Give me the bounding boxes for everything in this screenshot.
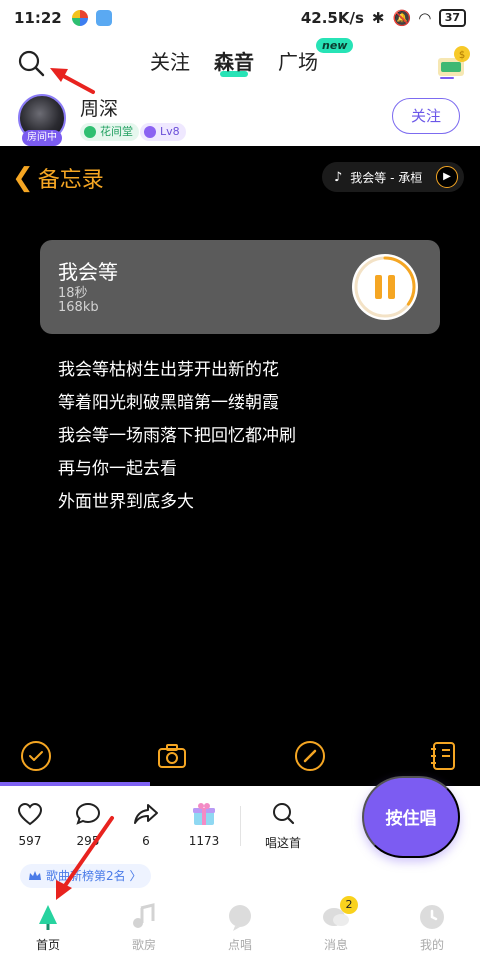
comment-icon (75, 802, 101, 825)
check-icon[interactable] (20, 740, 52, 772)
nav-request[interactable]: 点唱 (192, 896, 288, 953)
notebook-icon[interactable] (428, 740, 460, 772)
mute-icon: 🔕 (392, 9, 412, 27)
message-count-badge: 2 (340, 896, 358, 914)
share-count: 6 (142, 834, 150, 848)
group-tag[interactable]: 花间堂 (80, 123, 139, 141)
share-stat[interactable]: 6 (126, 800, 166, 848)
nav-messages-label: 消息 (323, 938, 348, 952)
share-icon (134, 804, 158, 824)
status-indicators: 42.5K/s ✱ 🔕 ◠ 37 (301, 9, 466, 27)
memo-content: ❮ 备忘录 ♪ 我会等 - 承桓 ▶ 我会等 18秒 168kb 我会等枯树生出… (0, 146, 480, 786)
memo-header[interactable]: ❮ 备忘录 (12, 162, 104, 194)
network-speed: 42.5K/s (300, 9, 364, 27)
lyric-line: 再与你一起去看 (58, 459, 177, 479)
tab-plaza[interactable]: 广场 (278, 46, 318, 75)
battery-indicator: 37 (438, 9, 466, 27)
audio-title: 我会等 (58, 260, 118, 284)
memo-toolbar (0, 734, 480, 778)
rank-text: 歌曲新榜第2名 〉 (46, 869, 142, 883)
edit-icon[interactable] (294, 740, 326, 772)
rank-chip[interactable]: 歌曲新榜第2名 〉 (20, 864, 152, 888)
nav-home[interactable]: 首页 (0, 896, 96, 953)
user-row: 房间中 周深 花间堂 Lv8 关注 (0, 92, 480, 146)
lyrics: 我会等枯树生出芽开出新的花 等着阳光刺破黑暗第一缕朝霞 我会等一场雨落下把回忆都… (58, 354, 296, 519)
comment-stat[interactable]: 295 (68, 800, 108, 848)
sing-this-stat[interactable]: 唱这首 (258, 800, 308, 851)
tree-icon (39, 905, 57, 930)
nav-messages[interactable]: 2 消息 (288, 896, 384, 953)
tab-follow[interactable]: 关注 (150, 46, 190, 75)
like-stat[interactable]: 597 (10, 800, 50, 848)
bubble-icon (229, 905, 251, 931)
wifi-icon: ◠ (419, 9, 431, 27)
username[interactable]: 周深 (80, 94, 118, 121)
search-icon[interactable] (16, 48, 46, 78)
heart-icon (17, 802, 43, 826)
pause-icon[interactable] (350, 252, 420, 322)
divider (240, 806, 241, 846)
music-note-icon (133, 903, 155, 928)
nav-profile[interactable]: 我的 (384, 896, 480, 953)
now-playing-text: 我会等 - 承桓 (350, 170, 423, 185)
hold-to-sing-button[interactable]: 按住唱 (362, 776, 460, 858)
crown-icon (29, 871, 41, 880)
lyric-line: 等着阳光刺破黑暗第一缕朝霞 (58, 393, 279, 413)
audio-size: 168kb (58, 300, 99, 315)
top-nav: 关注 森音 广场 new $ (0, 36, 480, 88)
bluetooth-icon: ✱ (371, 9, 385, 27)
follow-button[interactable]: 关注 (392, 98, 460, 134)
nav-song-room[interactable]: 歌房 (96, 896, 192, 953)
status-time: 11:22 (14, 9, 62, 27)
comment-count: 295 (76, 834, 100, 848)
game-notification-icon (95, 10, 112, 26)
audio-card[interactable]: 我会等 18秒 168kb (40, 240, 440, 334)
camera-icon[interactable] (156, 740, 188, 772)
lyric-line: 我会等枯树生出芽开出新的花 (58, 360, 279, 380)
play-icon[interactable]: ▶ (436, 166, 458, 188)
music-note-icon: ♪ (334, 169, 343, 185)
memo-title: 备忘录 (37, 168, 104, 193)
level-tag: Lv8 (140, 123, 186, 141)
tab-senyin[interactable]: 森音 (214, 46, 254, 77)
profile-icon (420, 905, 444, 929)
gift-stat[interactable]: 1173 (184, 800, 224, 848)
nav-home-label: 首页 (35, 938, 60, 952)
sing-this-label: 唱这首 (264, 836, 301, 850)
search-sing-icon (273, 803, 295, 825)
now-playing-pill[interactable]: ♪ 我会等 - 承桓 ▶ (322, 162, 464, 192)
room-badge: 房间中 (22, 130, 62, 146)
nav-song-room-label: 歌房 (131, 938, 156, 952)
nav-request-label: 点唱 (227, 938, 252, 952)
playback-progress-bar (0, 782, 150, 786)
nav-profile-label: 我的 (419, 938, 444, 952)
coin-reward-icon[interactable]: $ (436, 44, 472, 80)
app-notification-icon (71, 10, 88, 26)
bottom-nav: 首页 歌房 点唱 2 消息 我的 (0, 896, 480, 960)
back-chevron-icon[interactable]: ❮ (12, 165, 34, 191)
svg-text:$: $ (459, 50, 465, 61)
like-count: 597 (18, 834, 42, 848)
lyric-line: 外面世界到底多大 (58, 492, 194, 512)
audio-duration: 18秒 (58, 286, 88, 301)
status-bar: 11:22 42.5K/s ✱ 🔕 ◠ 37 (0, 0, 480, 36)
nav-tabs: 关注 森音 广场 (150, 46, 318, 77)
gift-icon (193, 803, 215, 825)
lyric-line: 我会等一场雨落下把回忆都冲刷 (58, 426, 296, 446)
gift-count: 1173 (188, 834, 220, 848)
new-badge: new (316, 38, 354, 53)
